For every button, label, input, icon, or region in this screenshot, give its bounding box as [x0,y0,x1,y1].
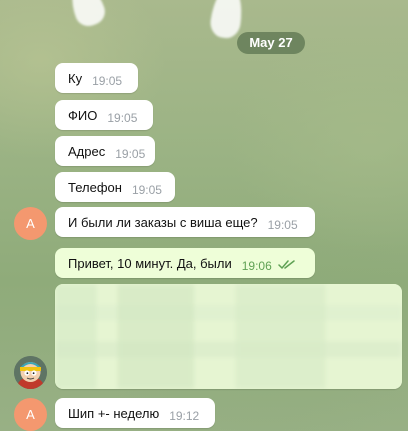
message-bubble-outgoing[interactable]: Привет, 10 минут. Да, были 19:06 [55,248,315,278]
sender-avatar-photo[interactable] [14,356,47,389]
message-text: Шип +- неделю [68,405,160,421]
message-time: 19:05 [267,218,298,232]
message-text: Телефон [68,179,122,195]
message-bubble[interactable]: И были ли заказы с виша еще? 19:05 [55,207,315,237]
message-time: 19:05 [131,183,162,197]
date-separator: May 27 [237,32,305,54]
wallpaper-petal [65,0,109,30]
message-bubble[interactable]: Ку 19:05 [55,63,138,93]
message-time: 19:12 [169,409,200,423]
message-time: 19:05 [107,111,138,125]
cartoon-avatar-icon [14,356,47,389]
blurred-media-message[interactable] [55,284,402,389]
sender-avatar[interactable]: А [14,207,47,240]
message-bubble[interactable]: Адрес 19:05 [55,136,155,166]
message-text: Ку [68,70,83,86]
message-text: И были ли заказы с виша еще? [68,214,258,230]
message-time: 19:06 [241,259,272,273]
double-check-icon [278,260,295,269]
message-text: Привет, 10 минут. Да, были [68,255,232,271]
message-time: 19:05 [92,74,123,88]
message-time: 19:05 [115,147,146,161]
message-bubble[interactable]: ФИО 19:05 [55,100,153,130]
blurred-content [55,284,402,389]
message-bubble[interactable]: Телефон 19:05 [55,172,175,202]
message-bubble[interactable]: Шип +- неделю 19:12 [55,398,215,428]
message-text: Адрес [68,143,106,159]
message-text: ФИО [68,107,98,123]
sender-avatar[interactable]: А [14,398,47,431]
